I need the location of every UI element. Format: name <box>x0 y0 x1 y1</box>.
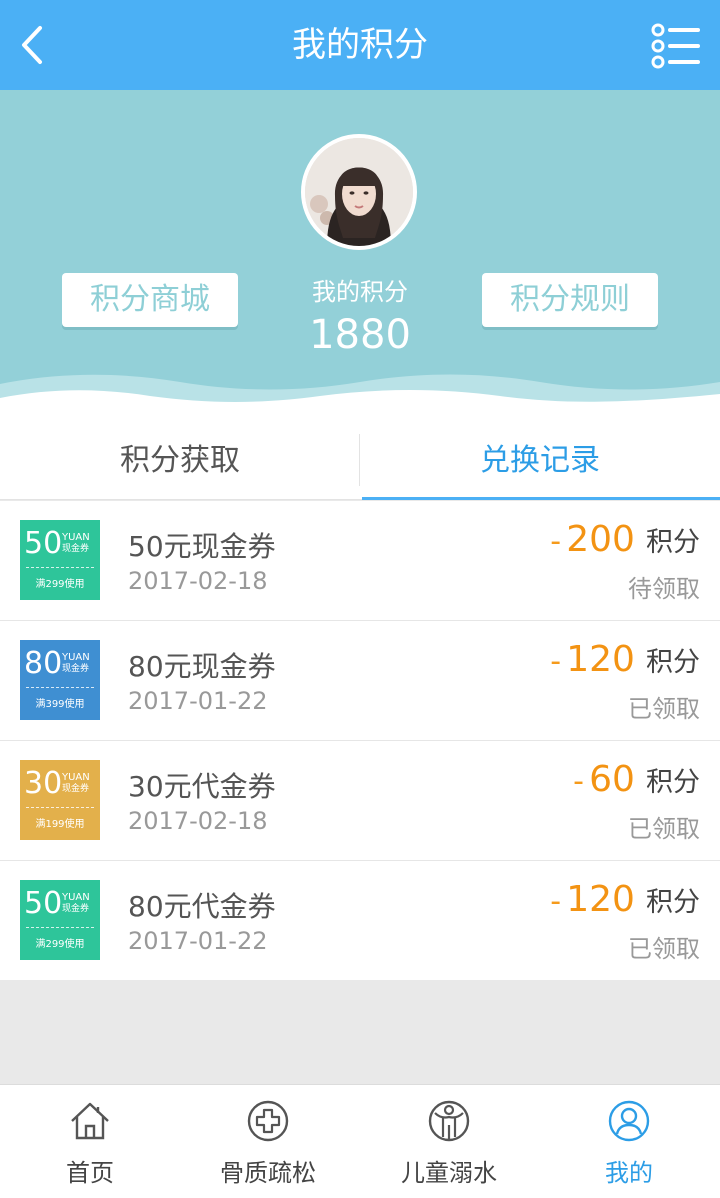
coupon-condition: 满299使用 <box>35 939 85 950</box>
item-date: 2017-01-22 <box>128 927 268 955</box>
item-name: 50元现金券 <box>128 530 276 563</box>
item-points: - 120 积分 <box>550 639 700 680</box>
points-hero: 积分商城 我的积分 1880 积分规则 <box>0 90 720 420</box>
coupon-divider <box>26 687 94 688</box>
coupon-amount: 80 <box>24 646 63 681</box>
coupon-badge: 80 YUAN 现金券 满399使用 <box>20 640 100 720</box>
item-name: 30元代金券 <box>128 770 276 803</box>
bottom-nav: 首页 骨质疏松 儿童溺水 我的 <box>0 1084 720 1198</box>
nav-item-home[interactable]: 首页 <box>0 1085 180 1198</box>
item-status: 已领取 <box>628 815 700 843</box>
wave-decoration <box>0 374 720 420</box>
home-icon <box>71 1102 109 1140</box>
item-name: 80元现金券 <box>128 650 276 683</box>
points-amount: 60 <box>589 759 635 800</box>
coupon-yuan: YUAN <box>62 532 90 543</box>
points-unit: 积分 <box>646 767 700 798</box>
list-item[interactable]: 50 YUAN 现金券 满299使用 80元代金券 2017-01-22 - 1… <box>0 861 720 980</box>
page-title: 我的积分 <box>292 25 428 65</box>
coupon-badge: 30 YUAN 现金券 满199使用 <box>20 760 100 840</box>
points-value: 1880 <box>309 312 411 358</box>
coupon-type: 现金券 <box>62 544 90 554</box>
coupon-yuan: YUAN <box>62 652 90 663</box>
medical-cross-icon <box>247 1100 289 1142</box>
coupon-divider <box>26 567 94 568</box>
points-page: 我的 积分 积分商城 我的积分 1880 积分规则 积分获取 兑换记录 50 YU… <box>0 0 720 1198</box>
list-item[interactable]: 50 YUAN 现金券 满299使用 50元现金券 2017-02-18 - 2… <box>0 501 720 621</box>
item-status: 已领取 <box>628 695 700 723</box>
user-icon <box>608 1100 650 1142</box>
points-rules-button[interactable]: 积分规则 <box>482 273 658 327</box>
points-amount: 120 <box>566 639 635 680</box>
tab-exchange-records[interactable]: 兑换记录 <box>360 420 720 500</box>
points-amount: 120 <box>566 879 635 920</box>
record-tabs: 积分获取 兑换记录 <box>0 420 720 500</box>
points-unit: 积分 <box>646 887 700 918</box>
coupon-condition: 满199使用 <box>35 819 85 830</box>
nav-label: 首页 <box>66 1159 114 1187</box>
list-menu-icon <box>651 23 700 69</box>
coupon-yuan: YUAN <box>62 772 90 783</box>
coupon-amount: 50 <box>24 886 63 921</box>
points-mall-button[interactable]: 积分商城 <box>62 273 238 327</box>
item-date: 2017-01-22 <box>128 687 268 715</box>
nav-item-child-drowning[interactable]: 儿童溺水 <box>359 1085 539 1198</box>
coupon-amount: 50 <box>24 526 63 561</box>
nav-label: 我的 <box>605 1159 653 1187</box>
nav-label: 骨质疏松 <box>220 1159 316 1187</box>
nav-item-osteoporosis[interactable]: 骨质疏松 <box>178 1085 358 1198</box>
points-amount: 200 <box>566 519 635 560</box>
coupon-badge: 50 YUAN 现金券 满299使用 <box>20 520 100 600</box>
item-status: 已领取 <box>628 935 700 963</box>
top-bar: 我的积分 <box>0 0 720 90</box>
item-points: - 60 积分 <box>573 759 700 800</box>
coupon-divider <box>26 927 94 928</box>
item-date: 2017-02-18 <box>128 567 268 595</box>
coupon-condition: 满299使用 <box>35 579 85 590</box>
list-item[interactable]: 30 YUAN 现金券 满199使用 30元代金券 2017-02-18 - 6… <box>0 741 720 861</box>
exchange-record-list: 50 YUAN 现金券 满299使用 50元现金券 2017-02-18 - 2… <box>0 501 720 980</box>
coupon-type: 现金券 <box>62 784 90 794</box>
coupon-divider <box>26 807 94 808</box>
points-label: 我的积分 <box>312 278 408 306</box>
item-status: 待领取 <box>628 575 700 603</box>
avatar[interactable] <box>301 134 417 250</box>
list-item[interactable]: 80 YUAN 现金券 满399使用 80元现金券 2017-01-22 - 1… <box>0 621 720 741</box>
coupon-amount: 30 <box>24 766 63 801</box>
avatar-photo <box>305 138 413 246</box>
item-points: - 120 积分 <box>550 879 700 920</box>
nav-item-mine[interactable]: 我的 <box>539 1085 719 1198</box>
points-sign: - <box>550 884 562 919</box>
item-name: 80元代金券 <box>128 890 276 923</box>
tab-earn-points[interactable]: 积分获取 <box>0 420 360 500</box>
nav-label: 儿童溺水 <box>401 1159 497 1187</box>
points-sign: - <box>550 644 562 679</box>
coupon-badge: 50 YUAN 现金券 满299使用 <box>20 880 100 960</box>
item-points: - 200 积分 <box>550 519 700 560</box>
menu-button[interactable] <box>650 22 702 70</box>
item-date: 2017-02-18 <box>128 807 268 835</box>
points-unit: 积分 <box>646 527 700 558</box>
child-icon <box>428 1100 470 1142</box>
coupon-type: 现金券 <box>62 664 90 674</box>
coupon-type: 现金券 <box>62 904 90 914</box>
coupon-condition: 满399使用 <box>35 699 85 710</box>
points-unit: 积分 <box>646 647 700 678</box>
points-sign: - <box>573 764 584 799</box>
coupon-yuan: YUAN <box>62 892 90 903</box>
points-sign: - <box>550 524 562 559</box>
